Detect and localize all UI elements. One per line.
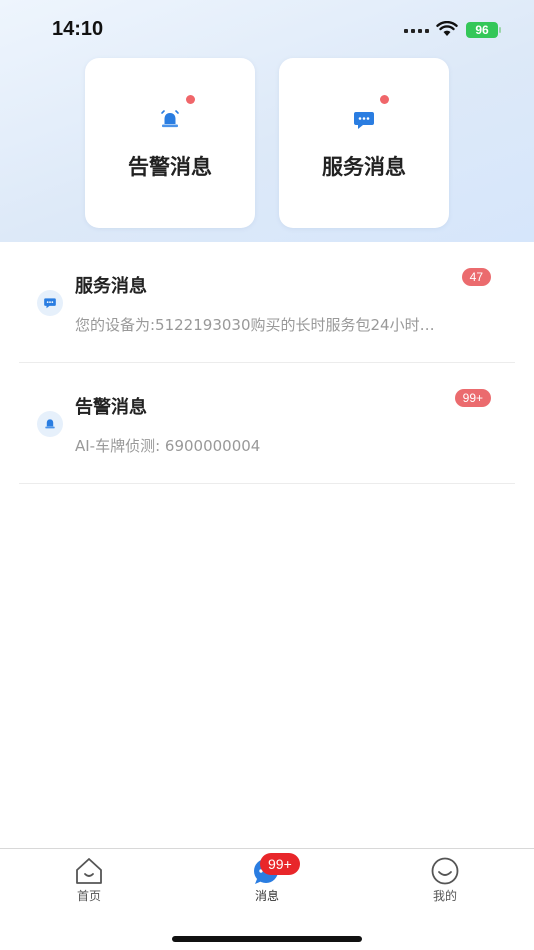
alarm-bell-icon [37, 411, 63, 437]
cellular-signal-icon [404, 29, 429, 33]
battery-level: 96 [475, 23, 489, 37]
alarm-messages-card[interactable]: 告警消息 [85, 58, 255, 228]
unread-dot [186, 95, 195, 104]
message-title: 告警消息 [75, 397, 147, 418]
status-bar: 14:10 96 [0, 0, 534, 58]
tab-label: 我的 [432, 889, 457, 903]
battery-cap [499, 27, 501, 33]
tab-bar: 首页 消息 99+ 我的 [0, 848, 534, 950]
tab-unread-badge: 99+ [260, 853, 300, 875]
unread-dot [380, 95, 389, 104]
wifi-icon [436, 21, 458, 36]
smiley-icon [431, 857, 459, 885]
tab-label: 消息 [254, 889, 279, 903]
chat-bubble-icon [354, 112, 374, 129]
unread-count-badge: 99+ [454, 389, 491, 407]
message-title: 服务消息 [75, 276, 147, 297]
home-icon [76, 858, 102, 884]
tab-me[interactable]: 我的 [405, 857, 485, 904]
home-indicator [172, 936, 362, 942]
alarm-card-label: 告警消息 [128, 155, 212, 179]
message-preview: AI-车牌侦测: 6900000004 [75, 437, 261, 455]
message-preview: 您的设备为:5122193030购买的长时服务包24小时… [75, 316, 435, 334]
tab-home[interactable]: 首页 [49, 857, 129, 904]
tab-messages[interactable]: 消息 99+ [227, 853, 307, 904]
chat-bubble-icon [37, 290, 63, 316]
status-time: 14:10 [52, 18, 104, 40]
messages-screen: 14:10 96 告警消息 服务消息 服务消息 您的设备为:5122193030… [0, 0, 534, 950]
tab-label: 首页 [76, 889, 101, 903]
unread-count-badge: 47 [461, 268, 491, 286]
battery-icon: 96 [466, 22, 498, 38]
alarm-bell-icon [161, 110, 179, 128]
message-list: 服务消息 您的设备为:5122193030购买的长时服务包24小时… 47 告警… [0, 242, 534, 484]
list-item-alarm[interactable]: 告警消息 AI-车牌侦测: 6900000004 99+ [19, 363, 515, 484]
service-card-label: 服务消息 [322, 155, 406, 179]
list-item-service[interactable]: 服务消息 您的设备为:5122193030购买的长时服务包24小时… 47 [19, 242, 515, 363]
service-messages-card[interactable]: 服务消息 [279, 58, 449, 228]
